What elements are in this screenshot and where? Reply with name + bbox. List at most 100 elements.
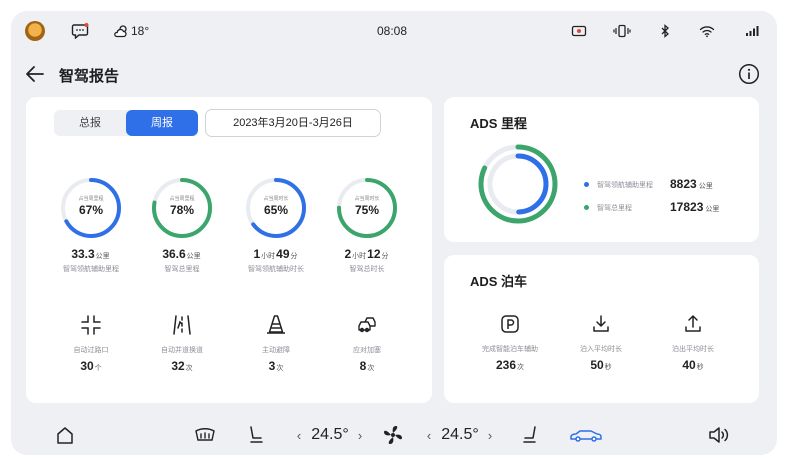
status-bar: 18° 08:08 [11, 11, 777, 51]
card-title: ADS 泊车 [470, 274, 528, 289]
park-in-icon [590, 313, 612, 335]
parking-value: 236次 [462, 358, 558, 372]
legend-label-assisted: 智驾领航辅助里程 [597, 182, 653, 189]
parking-label: 泊出平均时长 [672, 346, 714, 353]
stat-hours-unit: 小时 [261, 253, 276, 260]
home-icon[interactable] [53, 423, 77, 447]
feature-number: 8 [359, 359, 367, 373]
traffic-cone-icon [265, 314, 287, 336]
legend-number: 8823 [670, 177, 697, 191]
stat-minutes-unit: 分 [290, 253, 298, 260]
feature-number: 3 [268, 359, 276, 373]
stat-hours: 1 [253, 247, 261, 261]
vibration-icon[interactable] [612, 21, 632, 41]
volume-icon[interactable] [707, 423, 731, 447]
stat-number: 36.6 [162, 247, 186, 261]
stat-hours-unit: 小时 [352, 253, 367, 260]
legend-number: 17823 [670, 200, 704, 214]
parking-label: 泊入平均时长 [580, 346, 622, 353]
bluetooth-icon[interactable] [659, 21, 671, 41]
stat-minutes-unit: 分 [381, 253, 389, 260]
ring-sublabel: 占当周时长 [263, 196, 289, 202]
tab-weekly-report[interactable]: 周报 [126, 110, 198, 136]
ring-percent: 78% [169, 203, 195, 217]
ring-percent: 65% [263, 203, 289, 217]
legend-dot-total [584, 205, 589, 210]
feature-number: 30 [80, 359, 94, 373]
feature-label: 应对加塞 [353, 347, 381, 354]
stat-total-duration: 2小时12分 [319, 247, 415, 261]
legend-unit: 公里 [705, 206, 720, 213]
passenger-seat-icon[interactable] [518, 423, 542, 447]
parking-unit: 次 [517, 364, 525, 371]
feature-label: 自动并道换道 [161, 347, 203, 354]
stat-label: 智驾总里程 [164, 266, 200, 273]
feature-unit: 次 [367, 365, 375, 372]
feature-unit: 个 [94, 365, 102, 372]
right-temperature: 24.5° [441, 426, 479, 443]
stat-label: 智驾总时长 [349, 266, 385, 273]
chevron-left-icon: ‹ [296, 427, 302, 443]
clock: 08:08 [377, 24, 408, 38]
chevron-right-icon: › [357, 427, 363, 443]
avatar[interactable] [25, 21, 45, 41]
info-icon[interactable] [738, 63, 760, 85]
stat-unit: 公里 [186, 253, 201, 260]
card-title: ADS 里程 [470, 116, 528, 131]
feature-value: 30个 [43, 359, 139, 373]
feature-unit: 次 [185, 365, 193, 372]
stat-assisted-mileage: 33.3公里 [43, 247, 139, 261]
ring-sublabel: 占当周里程 [78, 196, 104, 202]
left-temp-increase[interactable]: › [353, 423, 367, 447]
message-icon[interactable] [71, 21, 89, 41]
park-out-icon [682, 313, 704, 335]
parking-value: 40秒 [645, 358, 741, 372]
ads-parking-card: ADS 泊车 完成智能泊车辅助 236次 泊入平均时长 50秒 泊出平均时长 4… [444, 255, 759, 403]
wifi-icon[interactable] [699, 21, 715, 41]
legend-unit: 公里 [698, 183, 713, 190]
stat-minutes: 49 [276, 247, 290, 261]
legend-value-assisted: 8823 公里 [670, 177, 713, 191]
ring-chart-total-duration: 占当周时长 75% [336, 177, 398, 239]
driver-seat-icon[interactable] [244, 423, 268, 447]
rear-defrost-icon[interactable] [193, 423, 217, 447]
weather[interactable]: 18° [113, 21, 149, 41]
chevron-right-icon: › [487, 427, 493, 443]
parking-label: 完成智能泊车辅助 [482, 346, 538, 353]
back-arrow-icon[interactable] [23, 62, 47, 86]
left-temperature: 24.5° [311, 426, 349, 443]
page-header: 智驾报告 [11, 59, 777, 91]
partly-cloudy-icon [114, 25, 127, 38]
mileage-ring-chart [477, 143, 559, 225]
parking-unit: 秒 [604, 364, 612, 371]
tab-total-report[interactable]: 总报 [54, 110, 126, 136]
stat-unit: 公里 [95, 253, 110, 260]
stat-number: 33.3 [71, 247, 95, 261]
stat-label: 智驾领航辅助里程 [63, 266, 119, 273]
signal-icon [745, 21, 759, 41]
parking-icon [499, 313, 521, 335]
legend-label-total: 智驾总里程 [597, 205, 632, 212]
stat-assisted-duration: 1小时49分 [228, 247, 324, 261]
ring-chart-total-mileage: 占当周里程 78% [151, 177, 213, 239]
legend-dot-assisted [584, 182, 589, 187]
parking-value: 50秒 [553, 358, 649, 372]
feature-value: 8次 [319, 359, 415, 373]
left-temp-decrease[interactable]: ‹ [291, 423, 307, 447]
legend-value-total: 17823 公里 [670, 200, 719, 214]
car-icon[interactable] [566, 423, 606, 447]
fan-icon[interactable] [381, 423, 405, 447]
stat-label: 智驾领航辅助时长 [248, 266, 304, 273]
date-range-selector[interactable]: 2023年3月20日-3月26日 [205, 109, 381, 137]
page-title: 智驾报告 [59, 68, 120, 85]
bottom-dock: ‹ 24.5° › ‹ 24.5° › [11, 415, 777, 455]
right-temp-decrease[interactable]: ‹ [421, 423, 437, 447]
parking-number: 50 [590, 358, 604, 372]
stat-hours: 2 [344, 247, 352, 261]
dashcam-icon[interactable] [571, 21, 587, 41]
stat-total-mileage: 36.6公里 [134, 247, 230, 261]
feature-value: 32次 [134, 359, 230, 373]
right-temp-increase[interactable]: › [483, 423, 497, 447]
ring-percent: 67% [78, 203, 104, 217]
report-tabs: 总报 周报 [54, 110, 198, 136]
